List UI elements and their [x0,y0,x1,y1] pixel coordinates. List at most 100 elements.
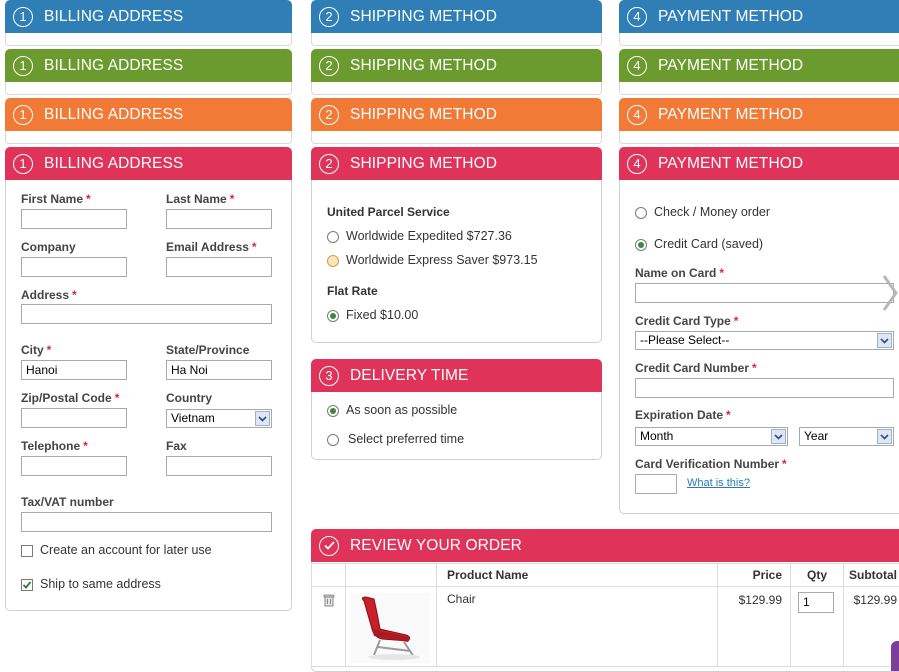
preferred-time-label: Select preferred time [348,432,464,446]
cvn-input[interactable] [635,474,677,494]
country-label: Country [166,391,212,405]
step-number: 2 [319,56,339,76]
card-number-input[interactable] [635,378,894,398]
expiration-label: Expiration Date* [635,408,731,422]
state-input[interactable]: Ha Noi [166,360,272,380]
step-title: BILLING ADDRESS [44,57,183,75]
step-number: 1 [13,154,33,174]
what-is-this-link[interactable]: What is this? [687,477,750,489]
payment-header: 4 PAYMENT METHOD [619,147,899,180]
trash-icon[interactable] [322,593,336,607]
telephone-input[interactable] [21,456,127,476]
product-name-header: Product Name [437,564,718,587]
qty-header: Qty [791,564,844,587]
step-number: 2 [319,7,339,27]
step-number: 4 [627,154,647,174]
shipping-header-blue: 2 SHIPPING METHOD [311,0,602,33]
create-account-checkbox[interactable] [21,545,33,557]
last-name-label: Last Name* [166,192,234,206]
price-header: Price [718,564,791,587]
chevron-right-icon[interactable] [881,273,899,313]
zip-input[interactable] [21,408,127,428]
step-title: PAYMENT METHOD [658,155,803,173]
billing-header-green: 1 BILLING ADDRESS [5,49,292,82]
step-title: BILLING ADDRESS [44,8,183,26]
city-input[interactable]: Hanoi [21,360,127,380]
payment-header-orange: 4 PAYMENT METHOD [619,98,899,131]
table-row: Chair $129.99 1 $129.99 [312,587,899,667]
delete-cell [312,587,346,667]
scroll-corner-badge [891,641,899,671]
step-title: PAYMENT METHOD [658,8,803,26]
fax-input[interactable] [166,456,272,476]
step-number: 4 [627,105,647,125]
email-input[interactable] [166,257,272,277]
image-column-header [346,564,437,587]
step-title: SHIPPING METHOD [350,106,497,124]
country-select[interactable]: Vietnam [166,409,272,428]
asap-label: As soon as possible [346,403,457,417]
name-on-card-input[interactable] [635,283,894,303]
product-name-cell: Chair [437,587,718,667]
company-input[interactable] [21,257,127,277]
step-title: SHIPPING METHOD [350,155,497,173]
flat-fixed-label: Fixed $10.00 [346,308,418,322]
telephone-label: Telephone* [21,439,88,453]
step-title: PAYMENT METHOD [658,57,803,75]
preferred-time-radio[interactable] [327,434,339,446]
step-number: 1 [13,56,33,76]
panel-stub [5,82,292,95]
chevron-down-icon[interactable] [877,333,892,348]
first-name-input[interactable] [21,209,127,229]
tax-label: Tax/VAT number [21,495,114,509]
step-number: 1 [13,105,33,125]
billing-header: 1 BILLING ADDRESS [5,147,292,180]
card-type-value: --Please Select-- [640,333,729,347]
delete-column-header [312,564,346,587]
payment-header-green: 4 PAYMENT METHOD [619,49,899,82]
fax-label: Fax [166,439,187,453]
ship-same-label: Ship to same address [40,577,161,591]
step-number: 2 [319,105,339,125]
billing-header-blue: 1 BILLING ADDRESS [5,0,292,33]
card-type-select[interactable]: --Please Select-- [635,331,894,350]
qty-input[interactable]: 1 [798,592,834,613]
step-title: PAYMENT METHOD [658,106,803,124]
chevron-down-icon[interactable] [255,411,270,426]
ups-express-saver-label: Worldwide Express Saver $973.15 [346,253,538,267]
shipping-header: 2 SHIPPING METHOD [311,147,602,180]
step-number: 4 [627,7,647,27]
tax-input[interactable] [21,512,272,532]
price-cell: $129.99 [718,587,791,667]
step-number: 2 [319,154,339,174]
ship-same-checkbox[interactable] [21,579,33,591]
ups-expedited-radio[interactable] [327,231,339,243]
email-label: Email Address* [166,240,257,254]
ups-expedited-label: Worldwide Expedited $727.36 [346,229,512,243]
last-name-input[interactable] [166,209,272,229]
checkmark-icon [22,580,32,590]
subtotal-header: Subtotal [844,564,899,587]
expiration-year-select[interactable]: Year [799,427,894,446]
panel-stub [311,82,602,95]
panel-stub [5,131,292,144]
credit-card-saved-radio[interactable] [635,239,647,251]
flat-fixed-radio[interactable] [327,310,339,322]
expiration-month-select[interactable]: Month [635,427,788,446]
check-money-label: Check / Money order [654,205,770,219]
chevron-down-icon[interactable] [771,429,786,444]
panel-stub [5,33,292,46]
asap-radio[interactable] [327,405,339,417]
company-label: Company [21,240,76,254]
product-image-cell [346,587,437,667]
check-money-radio[interactable] [635,207,647,219]
panel-stub [619,33,899,46]
address-input[interactable] [21,304,272,324]
ups-express-saver-radio[interactable] [327,255,339,267]
step-title: DELIVERY TIME [350,367,468,385]
address-label: Address* [21,288,77,302]
review-header: REVIEW YOUR ORDER [311,529,899,562]
chevron-down-icon[interactable] [877,429,892,444]
ups-title: United Parcel Service [327,205,450,219]
create-account-label: Create an account for later use [40,543,212,557]
